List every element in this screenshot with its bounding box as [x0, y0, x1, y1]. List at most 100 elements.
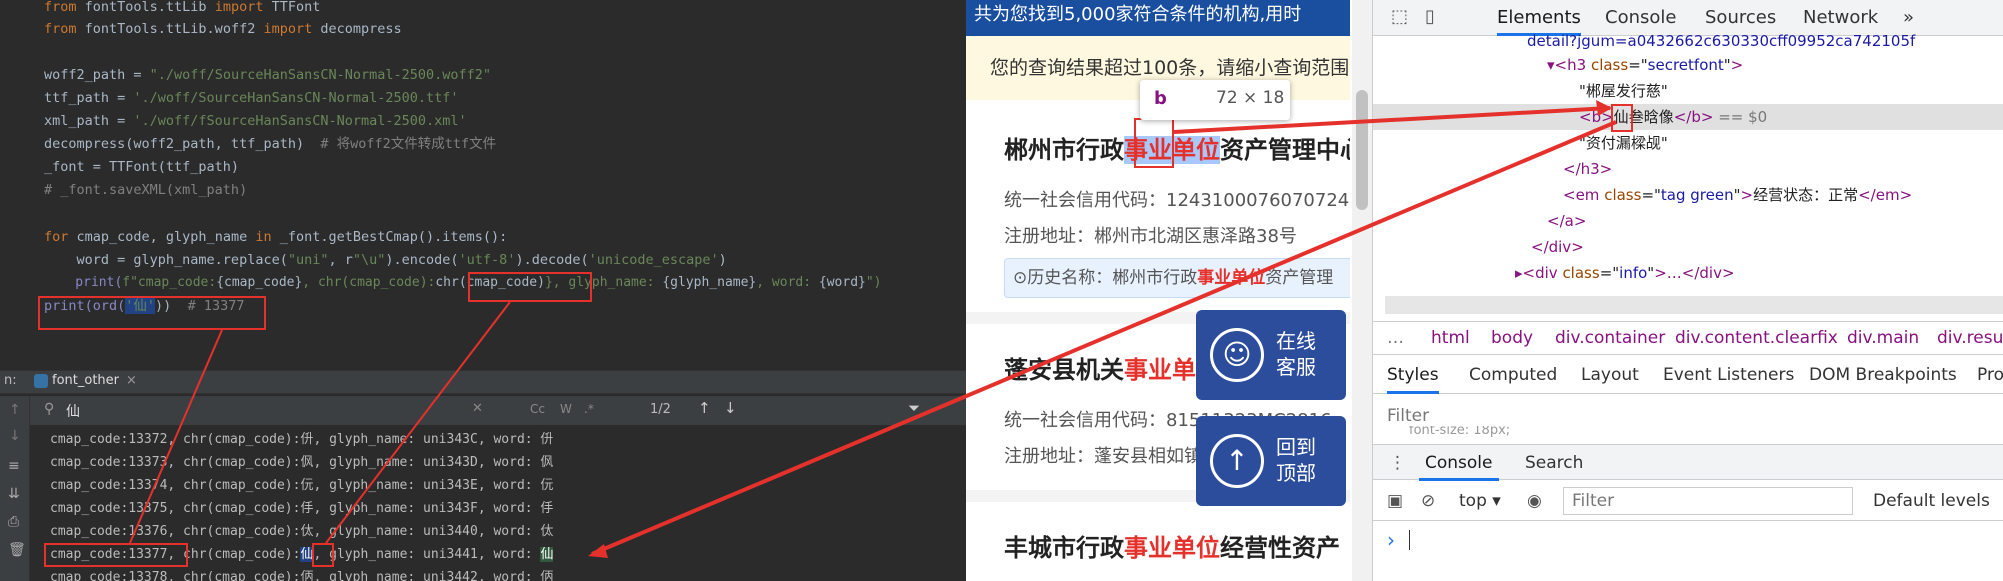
console-input[interactable] [1409, 530, 1410, 550]
highlight-box [468, 272, 592, 302]
arrow-down-icon[interactable]: ↓ [724, 399, 737, 417]
more-icon[interactable]: … [1387, 322, 1404, 354]
output-line: cmap_code:13374, chr(cmap_code):㐾, glyph… [50, 478, 554, 493]
more-icon[interactable]: … [1381, 104, 1396, 130]
register-address: 注册地址：郴州市北湖区惠泽路38号 [1004, 226, 1297, 247]
output-line: cmap_code:13376, chr(cmap_code):㑀, glyph… [50, 524, 554, 539]
code-line: for cmap_code, glyph_name in _font.getBe… [44, 229, 508, 245]
match-case-button[interactable]: Cc [530, 402, 545, 416]
console-search-bar: ⚲ 仙 ✕ Cc W .* 1/2 ↑ ↓ ⏷ [0, 396, 966, 426]
drawer-tab-bar: ⋮ Console Search [1373, 444, 2003, 481]
tab-event-listeners[interactable]: Event Listeners [1663, 356, 1794, 394]
highlight-box [44, 543, 188, 567]
console-prompt: › [1387, 528, 1395, 552]
inspect-icon[interactable]: ⬚ [1391, 6, 1408, 27]
highlight-box [312, 543, 334, 567]
tab-computed[interactable]: Computed [1469, 356, 1557, 394]
clear-console-icon[interactable]: ⊘ [1421, 481, 1435, 521]
console-toolbar: ▣ ⊘ top ▾ ◉ Filter Default levels [1373, 481, 2003, 521]
tab-dom-breakpoints[interactable]: DOM Breakpoints [1809, 356, 1957, 394]
code-line: from fontTools.ttLib import TTFont [44, 0, 321, 15]
highlight-box [1134, 118, 1174, 168]
device-toolbar-icon[interactable]: ▯ [1425, 6, 1435, 27]
online-service-button[interactable]: ☺ 在线 客服 [1196, 310, 1346, 400]
code-line: decompress(woff2_path, ttf_path) # 将woff… [44, 136, 497, 152]
drawer-tab-search[interactable]: Search [1525, 445, 1583, 481]
scroll-end-icon[interactable]: ⇊ [8, 486, 20, 502]
dom-text-node[interactable]: "资付漏樑觇" [1579, 130, 1668, 156]
output-line: cmap_code:13375, chr(cmap_code):㐿, glyph… [50, 501, 554, 516]
css-snippet: font-size: 18px; [1409, 426, 1511, 438]
context-select[interactable]: top ▾ [1459, 481, 1501, 521]
breadcrumb-item[interactable]: div.result [1937, 322, 2003, 354]
dom-node[interactable]: detail?jgum=a0432662c630330cff09952ca742… [1527, 28, 1915, 54]
code-line: from fontTools.ttLib.woff2 import decomp… [44, 21, 402, 37]
credit-code: 统一社会信用代码：12431000760707245 [1004, 190, 1350, 211]
code-line: print(f"cmap_code:{cmap_code}, chr(cmap_… [44, 275, 882, 290]
trash-icon[interactable]: 🗑 [8, 542, 26, 558]
tab-styles[interactable]: Styles [1387, 356, 1439, 394]
styles-tab-bar: Styles Computed Layout Event Listeners D… [1373, 356, 2003, 394]
breadcrumb-item[interactable]: body [1491, 322, 1533, 354]
filter-icon[interactable]: ⏷ [908, 399, 920, 417]
output-line: cmap_code:13373, chr(cmap_code):㐽, glyph… [50, 455, 554, 470]
code-editor[interactable]: from fontTools.ttLib import TTFont from … [0, 0, 966, 340]
code-line: xml_path = './woff/fSourceHanSansCN-Norm… [44, 113, 467, 129]
drawer-tab-console[interactable]: Console [1419, 445, 1499, 481]
code-line: woff2_path = "./woff/SourceHanSansCN-Nor… [44, 67, 492, 83]
run-output[interactable]: cmap_code:13372, chr(cmap_code):㐼, glyph… [30, 426, 966, 581]
scroll-thumb[interactable] [1356, 90, 1368, 210]
console-filter-input[interactable]: Filter [1563, 487, 1853, 515]
wrap-icon[interactable]: ≡ [8, 458, 20, 474]
dom-node[interactable]: </a> [1547, 208, 1586, 234]
page-scrollbar[interactable] [1352, 0, 1372, 581]
arrow-down-icon[interactable]: ↓ [9, 428, 21, 444]
code-line: word = glyph_name.replace("uni", r"\u").… [44, 252, 727, 268]
output-line: cmap_code:13372, chr(cmap_code):㐼, glyph… [50, 432, 554, 447]
clock-icon: ⊙ [1013, 268, 1028, 288]
arrow-up-icon[interactable]: ↑ [9, 402, 21, 418]
devtools-panel: ⬚ ▯ Elements Console Sources Network » d… [1372, 0, 2003, 581]
search-icon: ⚲ [44, 401, 55, 417]
breadcrumb-item[interactable]: html [1431, 322, 1470, 354]
sidebar-toggle-icon[interactable]: ▣ [1387, 481, 1403, 521]
dom-node-h3[interactable]: ▾<h3 class="secretfont"> [1547, 52, 1743, 78]
dom-node-em[interactable]: <em class="tag green">经营状态：正常</em> [1563, 182, 1912, 208]
breadcrumb-item[interactable]: div.content.clearfix [1675, 322, 1838, 354]
breadcrumb-item[interactable]: div.main [1847, 322, 1919, 354]
log-levels-select[interactable]: Default levels [1873, 481, 1990, 521]
words-button[interactable]: W [560, 402, 572, 416]
eye-icon[interactable]: ◉ [1527, 481, 1542, 521]
code-line: # _font.saveXML(xml_path) [44, 182, 248, 198]
close-icon[interactable]: × [126, 373, 137, 388]
back-to-top-button[interactable]: ↑ 回到 顶部 [1196, 416, 1346, 506]
history-name: ⊙历史名称：郴州市行政事业单位资产管理 [1004, 258, 1350, 298]
clear-icon[interactable]: ✕ [472, 401, 483, 416]
dom-node[interactable]: </h3> [1563, 156, 1612, 182]
arrow-up-icon[interactable]: ↑ [698, 399, 711, 417]
breadcrumb-item[interactable]: div.container [1555, 322, 1665, 354]
code-line: ttf_path = './woff/SourceHanSansCN-Norma… [44, 90, 459, 106]
ide-window: from fontTools.ttLib import TTFont from … [0, 0, 966, 581]
result-title[interactable]: 丰城市行政事业单位经营性资产 [1004, 528, 1340, 563]
dom-node-div-info[interactable]: ▸<div class="info">…</div> [1515, 260, 1735, 286]
highlight-box [1611, 104, 1633, 132]
dom-node[interactable]: </div> [1531, 234, 1584, 260]
print-icon[interactable]: ⎙ [8, 514, 19, 530]
result-title[interactable]: 郴州市行政事业单位资产管理中心 [1004, 130, 1350, 165]
tab-layout[interactable]: Layout [1581, 356, 1639, 394]
run-label: n: [4, 373, 17, 388]
highlight-box [38, 296, 266, 330]
run-tab-font-other[interactable]: font_other [52, 373, 119, 388]
tab-properties[interactable]: Pro [1977, 356, 2003, 394]
drawer-menu-icon[interactable]: ⋮ [1389, 445, 1406, 481]
run-toolbar: ↑ ↓ ≡ ⇊ ⎙ 🗑 [0, 396, 30, 581]
dom-text-node[interactable]: "郴屋发行慈" [1579, 78, 1668, 104]
horizontal-scrollbar[interactable] [1385, 296, 2003, 314]
user-icon: ☺ [1210, 328, 1264, 382]
regex-button[interactable]: .* [584, 402, 594, 416]
dom-node-b[interactable]: <b>仙叁晗像</b> == $0 [1579, 104, 1767, 130]
match-count: 1/2 [650, 402, 671, 417]
result-title[interactable]: 蓬安县机关事业单位 [1004, 350, 1220, 385]
search-input[interactable]: 仙 [66, 401, 80, 421]
